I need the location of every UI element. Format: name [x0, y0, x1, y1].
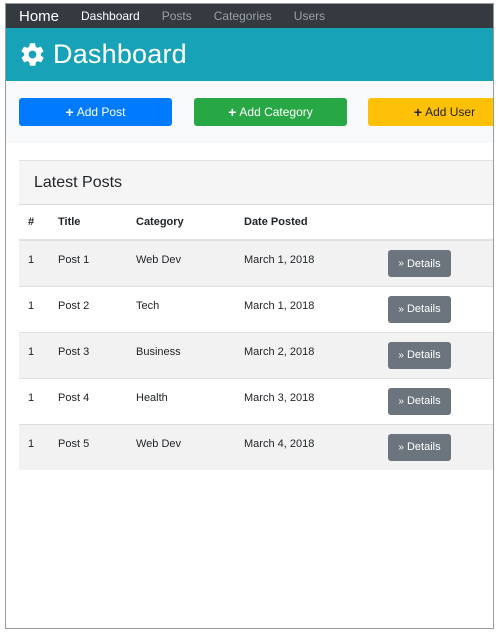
- latest-posts-card: Latest Posts # Title Category Date Poste…: [19, 160, 493, 470]
- details-label: Details: [406, 349, 441, 361]
- cell-date: March 1, 2018: [244, 285, 388, 332]
- table-header-row: # Title Category Date Posted: [19, 205, 493, 241]
- top-navbar: Home Dashboard Posts Categories Users: [6, 4, 493, 28]
- add-category-button[interactable]: + Add Category: [194, 98, 347, 126]
- cell-actions: » Details: [388, 239, 493, 286]
- col-header-date: Date Posted: [244, 205, 388, 241]
- cell-date: March 4, 2018: [244, 423, 388, 470]
- table-row: 1 Post 2 Tech March 1, 2018 » Details: [19, 285, 493, 332]
- browser-frame: Home Dashboard Posts Categories Users Da…: [5, 3, 494, 629]
- double-chevron-right-icon: »: [398, 441, 404, 453]
- cell-number: 1: [19, 285, 58, 332]
- details-label: Details: [406, 395, 441, 407]
- cell-category: Web Dev: [136, 239, 244, 286]
- cell-number: 1: [19, 331, 58, 378]
- add-post-label: Add Post: [76, 105, 126, 119]
- nav-link-dashboard[interactable]: Dashboard: [81, 9, 140, 23]
- col-header-category: Category: [136, 205, 244, 241]
- col-header-title: Title: [58, 205, 136, 241]
- double-chevron-right-icon: »: [398, 303, 404, 315]
- nav-link-users[interactable]: Users: [294, 9, 325, 23]
- table-row: 1 Post 5 Web Dev March 4, 2018 » Details: [19, 423, 493, 470]
- actions-bar: + Add Post + Add Category + Add User: [6, 81, 493, 143]
- add-category-label: Add Category: [239, 105, 313, 119]
- col-header-number: #: [19, 205, 58, 241]
- plus-icon: +: [413, 104, 423, 120]
- table-row: 1 Post 4 Health March 3, 2018 » Details: [19, 377, 493, 424]
- cell-title: Post 5: [58, 423, 136, 470]
- nav-link-posts[interactable]: Posts: [162, 9, 192, 23]
- details-button[interactable]: » Details: [388, 341, 451, 369]
- details-label: Details: [406, 441, 441, 453]
- cell-number: 1: [19, 423, 58, 470]
- page-title: Dashboard: [53, 39, 187, 69]
- posts-table: # Title Category Date Posted 1 Post 1 We…: [19, 205, 493, 470]
- table-row: 1 Post 3 Business March 2, 2018 » Detail…: [19, 331, 493, 378]
- add-user-label: Add User: [425, 105, 476, 119]
- cell-actions: » Details: [388, 331, 493, 378]
- cell-number: 1: [19, 239, 58, 286]
- cell-number: 1: [19, 377, 58, 424]
- cell-date: March 3, 2018: [244, 377, 388, 424]
- cell-category: Health: [136, 377, 244, 424]
- details-button[interactable]: » Details: [388, 387, 451, 415]
- page-header: Dashboard: [6, 28, 493, 81]
- card-title: Latest Posts: [34, 173, 123, 191]
- cell-title: Post 3: [58, 331, 136, 378]
- card-header: Latest Posts: [19, 161, 493, 205]
- double-chevron-right-icon: »: [398, 349, 404, 361]
- details-button[interactable]: » Details: [388, 250, 451, 277]
- nav-brand-home[interactable]: Home: [19, 8, 59, 25]
- double-chevron-right-icon: »: [398, 395, 404, 407]
- add-post-button[interactable]: + Add Post: [19, 98, 172, 126]
- cell-actions: » Details: [388, 423, 493, 470]
- nav-link-categories[interactable]: Categories: [214, 9, 272, 23]
- cell-category: Web Dev: [136, 423, 244, 470]
- cell-title: Post 2: [58, 285, 136, 332]
- cell-category: Business: [136, 331, 244, 378]
- details-button[interactable]: » Details: [388, 433, 451, 461]
- plus-icon: +: [228, 104, 237, 120]
- add-user-button[interactable]: + Add User: [368, 98, 493, 126]
- cell-title: Post 1: [58, 239, 136, 286]
- cell-date: March 2, 2018: [244, 331, 388, 378]
- cell-category: Tech: [136, 285, 244, 332]
- cell-actions: » Details: [388, 377, 493, 424]
- details-label: Details: [406, 257, 441, 270]
- gear-icon: [19, 41, 46, 68]
- col-header-actions: [388, 205, 493, 241]
- cell-actions: » Details: [388, 285, 493, 332]
- plus-icon: +: [65, 104, 74, 120]
- cell-title: Post 4: [58, 377, 136, 424]
- table-row: 1 Post 1 Web Dev March 1, 2018 » Details: [19, 239, 493, 286]
- details-label: Details: [406, 303, 441, 315]
- details-button[interactable]: » Details: [388, 295, 451, 323]
- double-chevron-right-icon: »: [398, 258, 404, 269]
- cell-date: March 1, 2018: [244, 239, 388, 286]
